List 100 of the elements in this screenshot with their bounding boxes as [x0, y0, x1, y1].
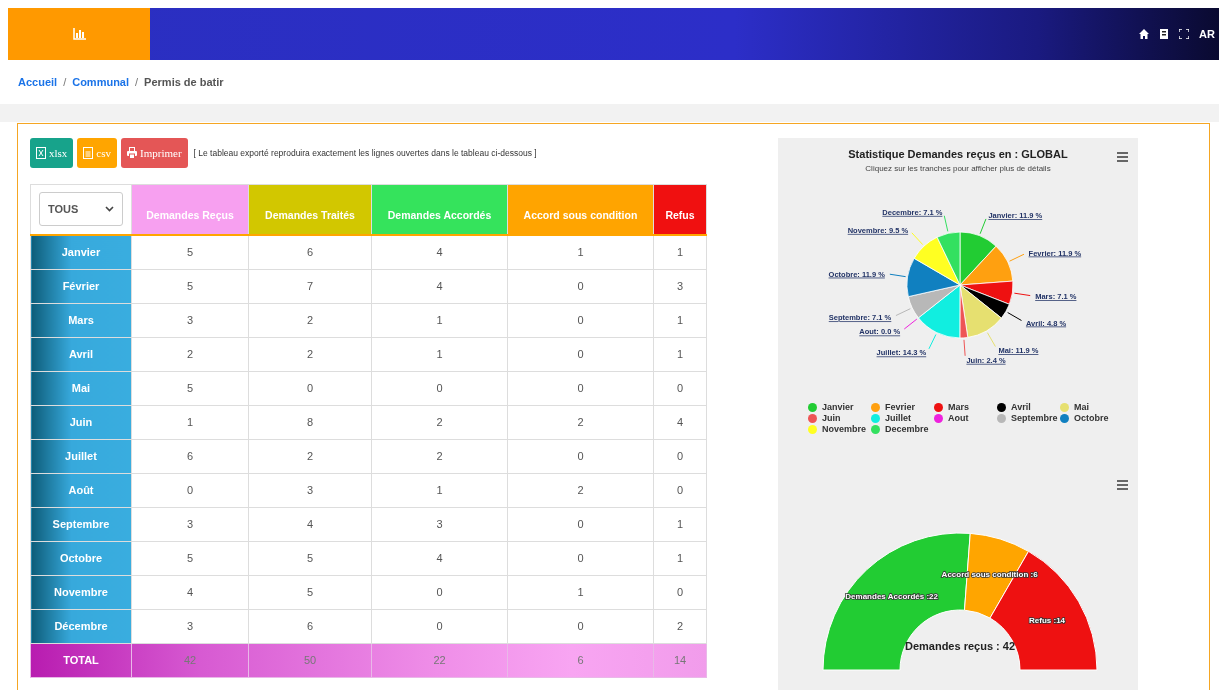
legend-label[interactable]: Fevrier — [885, 402, 916, 412]
table-cell: 0 — [507, 609, 654, 643]
segment-label: Demandes Accordés :22 — [845, 592, 938, 602]
legend-label[interactable]: Mars — [948, 402, 969, 412]
month-cell: Juin — [30, 405, 132, 439]
breadcrumb-current: Permis de batir — [144, 76, 224, 88]
table-cell: 2 — [248, 337, 372, 371]
column-header: Demandes Accordés — [371, 184, 508, 235]
language-link[interactable]: AR — [1199, 28, 1215, 40]
table-cell: 2 — [507, 405, 654, 439]
table-cell: 5 — [131, 234, 249, 269]
table-cell: 4 — [248, 507, 372, 541]
total-cell: 6 — [507, 643, 654, 677]
legend-label[interactable]: Juin — [822, 413, 841, 423]
legend-label[interactable]: Janvier — [822, 402, 854, 412]
table-cell: 5 — [131, 269, 249, 303]
table-cell: 3 — [371, 507, 508, 541]
pie-slice[interactable] — [959, 284, 1010, 319]
breadcrumb-separator: / — [135, 76, 139, 88]
table-cell: 2 — [653, 609, 707, 643]
notebook-icon[interactable] — [1159, 29, 1170, 39]
leader-line — [1007, 312, 1022, 321]
column-header: Demandes Reçus — [131, 184, 249, 235]
table-cell: 0 — [507, 439, 654, 473]
table-cell: 4 — [131, 575, 249, 609]
legend-label[interactable]: Mai — [1074, 402, 1089, 412]
legend-label[interactable]: Octobre — [1074, 413, 1109, 423]
printer-icon — [127, 147, 137, 159]
table-cell: 4 — [653, 405, 707, 439]
chevron-down-icon — [105, 206, 114, 213]
column-header: Refus — [653, 184, 707, 235]
table-cell: 2 — [248, 439, 372, 473]
month-cell: Septembre — [30, 507, 132, 541]
table-cell: 5 — [248, 541, 372, 575]
home-icon[interactable] — [1139, 29, 1150, 39]
print-button[interactable]: Imprimer — [121, 138, 188, 168]
table-cell: 1 — [653, 507, 707, 541]
total-cell: 22 — [371, 643, 508, 677]
breadcrumb-separator: / — [63, 76, 67, 88]
table-cell: 6 — [248, 234, 372, 269]
column-header: Accord sous condition — [507, 184, 654, 235]
leader-line — [889, 273, 907, 278]
table-cell: 2 — [131, 337, 249, 371]
table-cell: 1 — [653, 303, 707, 337]
excel-file-icon — [36, 147, 46, 159]
menu-icon[interactable] — [1117, 152, 1128, 162]
month-cell: Mai — [30, 371, 132, 405]
table-cell: 1 — [371, 303, 508, 337]
leader-line — [963, 339, 966, 357]
table-cell: 0 — [371, 575, 508, 609]
legend-label[interactable]: Decembre — [885, 424, 929, 434]
table-cell: 0 — [507, 303, 654, 337]
table-cell: 1 — [371, 337, 508, 371]
leader-line — [943, 215, 949, 232]
table-cell: 2 — [507, 473, 654, 507]
table-cell: 1 — [507, 234, 654, 269]
table-cell: 0 — [507, 269, 654, 303]
table-cell: 0 — [371, 371, 508, 405]
pie-slice[interactable] — [959, 284, 1002, 338]
table-cell: 3 — [131, 609, 249, 643]
legend-label[interactable]: Juillet — [885, 413, 911, 423]
table-cell: 0 — [653, 473, 707, 507]
table-cell: 1 — [371, 473, 508, 507]
table-cell: 1 — [653, 234, 707, 269]
leader-line — [895, 308, 911, 317]
chart-title: Statistique Demandes reçus en : GLOBAL — [847, 148, 1069, 160]
table-cell: 2 — [371, 439, 508, 473]
month-cell: Mars — [30, 303, 132, 337]
total-label: TOTAL — [30, 643, 132, 677]
table-cell: 0 — [131, 473, 249, 507]
leader-line — [903, 318, 918, 330]
table-cell: 5 — [248, 575, 372, 609]
month-cell: Janvier — [30, 234, 132, 269]
legend-label[interactable]: Novembre — [822, 424, 866, 434]
fullscreen-icon[interactable] — [1179, 29, 1190, 39]
table-cell: 0 — [371, 609, 508, 643]
leader-line — [979, 218, 987, 235]
breadcrumb-link[interactable]: Accueil — [18, 76, 58, 88]
table-cell: 4 — [371, 541, 508, 575]
filter-dropdown[interactable]: TOUS — [39, 192, 123, 227]
month-cell: Décembre — [30, 609, 132, 643]
legend-label[interactable]: Aout — [948, 413, 969, 423]
legend-label[interactable]: Avril — [1011, 402, 1031, 412]
table-cell: 5 — [131, 541, 249, 575]
breadcrumb-link[interactable]: Communal — [72, 76, 130, 88]
table-cell: 3 — [131, 303, 249, 337]
month-cell: Février — [30, 269, 132, 303]
menu-icon[interactable] — [1117, 480, 1128, 490]
table-cell: 0 — [653, 575, 707, 609]
table-cell: 3 — [653, 269, 707, 303]
table-cell: 3 — [131, 507, 249, 541]
chart-subtitle: Cliquez sur les tranches pour afficher plus de détails — [864, 164, 1052, 173]
table-cell: 0 — [507, 507, 654, 541]
table-cell: 4 — [371, 234, 508, 269]
leader-line — [1009, 253, 1025, 262]
pie-slice[interactable] — [959, 280, 1014, 305]
table-cell: 6 — [131, 439, 249, 473]
legend-label[interactable]: Septembre — [1011, 413, 1058, 423]
column-header: Demandes Traités — [248, 184, 372, 235]
month-cell: Novembre — [30, 575, 132, 609]
